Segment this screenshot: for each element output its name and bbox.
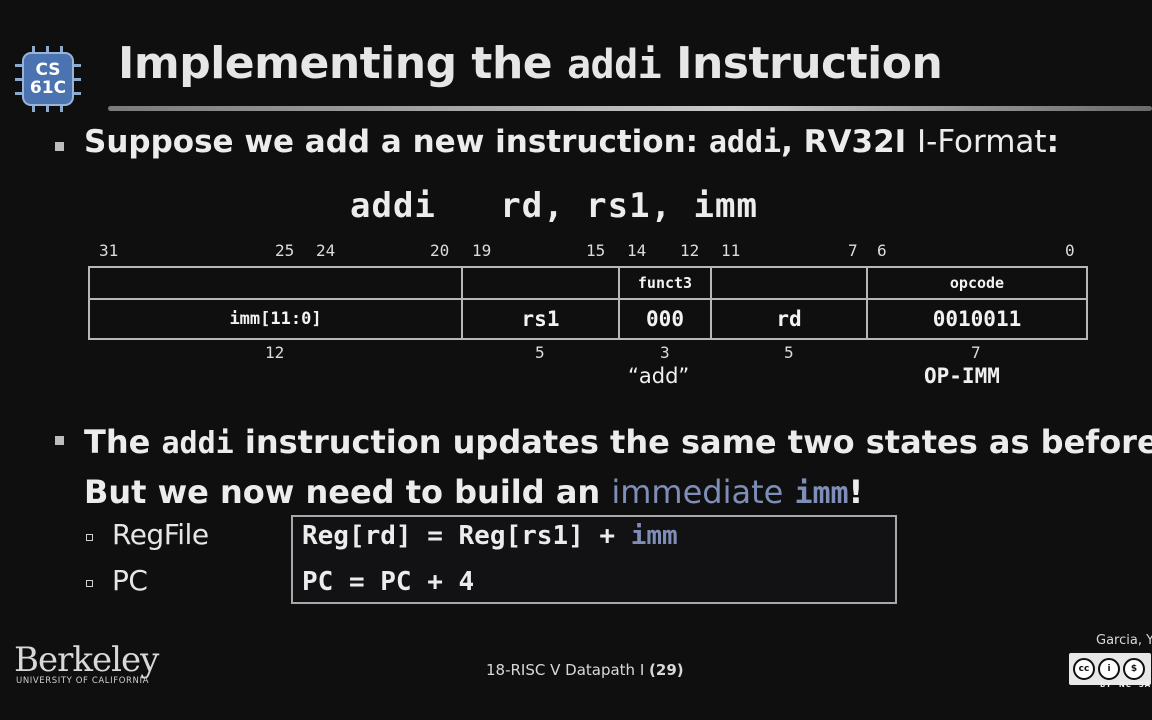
funct3-note: “add” bbox=[628, 364, 690, 388]
bullet-marker bbox=[55, 436, 64, 445]
field-width: 3 bbox=[660, 343, 670, 362]
bullet-1-format: I-Format bbox=[917, 124, 1047, 160]
field-width: 12 bbox=[265, 343, 285, 362]
bullet-1: Suppose we add a new instruction: addi, … bbox=[84, 124, 1059, 160]
bit-number: 6 bbox=[877, 241, 887, 260]
title-prefix: Implementing the bbox=[118, 38, 553, 89]
bit-number: 14 bbox=[627, 241, 647, 260]
bit-number: 0 bbox=[1065, 241, 1075, 260]
berkeley-logo-subtitle: UNIVERSITY OF CALIFORNIA bbox=[16, 676, 150, 686]
i-format-table: funct3 opcode imm[11:0] rs1 000 rd 00100… bbox=[88, 266, 1088, 340]
nc-icon: $ bbox=[1123, 658, 1145, 680]
bit-number: 24 bbox=[316, 241, 336, 260]
bullet-2: The addi instruction updates the same tw… bbox=[84, 418, 1152, 518]
imm-code: imm bbox=[794, 476, 849, 511]
field-width: 5 bbox=[535, 343, 545, 362]
header-cell bbox=[88, 266, 463, 300]
regfile-equation: Reg[rd] = Reg[rs1] + imm bbox=[302, 521, 678, 551]
slide-title: Implementing the addi Instruction bbox=[118, 38, 943, 89]
rd-field: rd bbox=[710, 298, 868, 340]
header-cell bbox=[461, 266, 620, 300]
opcode-header: opcode bbox=[866, 266, 1088, 300]
bit-number: 15 bbox=[586, 241, 606, 260]
pc-equation: PC = PC + 4 bbox=[302, 567, 474, 597]
funct3-field: 000 bbox=[618, 298, 712, 340]
header-cell bbox=[710, 266, 868, 300]
bullet-1-end: : bbox=[1046, 124, 1059, 160]
field-width: 7 bbox=[971, 343, 981, 362]
bit-number: 25 bbox=[275, 241, 295, 260]
berkeley-logo: Berkeley bbox=[14, 640, 159, 680]
funct3-header: funct3 bbox=[618, 266, 712, 300]
regfile-equation-imm: imm bbox=[630, 521, 678, 551]
by-icon: i bbox=[1098, 658, 1120, 680]
logo-text-61c: 61C bbox=[29, 78, 67, 98]
bullet-2-text: instruction updates the same two states … bbox=[233, 423, 1152, 461]
pc-equation-main: PC = PC + 4 bbox=[302, 567, 475, 597]
immediate-word: immediate bbox=[611, 473, 784, 511]
bit-number: 19 bbox=[472, 241, 492, 260]
lecture-title: 18-RISC V Datapath I bbox=[486, 661, 645, 679]
state-label-pc: PC bbox=[112, 564, 148, 597]
title-code: addi bbox=[566, 42, 662, 88]
title-underline bbox=[108, 106, 1152, 111]
instruction-syntax: addi rd, rs1, imm bbox=[350, 186, 758, 226]
bit-number: 11 bbox=[721, 241, 741, 260]
bullet-1-text: Suppose we add a new instruction: bbox=[84, 124, 709, 160]
imm-field: imm[11:0] bbox=[88, 298, 463, 340]
opcode-field: 0010011 bbox=[866, 298, 1088, 340]
cs61c-logo: CS 61C bbox=[10, 42, 86, 116]
bullet-1-mid: , RV32I bbox=[781, 124, 917, 160]
bit-number: 12 bbox=[680, 241, 700, 260]
logo-text-cs: CS bbox=[35, 60, 61, 80]
title-suffix: Instruction bbox=[676, 38, 943, 89]
opcode-note: OP-IMM bbox=[924, 364, 1000, 388]
rs1-field: rs1 bbox=[461, 298, 620, 340]
bullet-2-text: The bbox=[84, 423, 162, 461]
bullet-2-text: But we now need to build an bbox=[84, 473, 612, 511]
author-credit: Garcia, Yo bbox=[1096, 633, 1152, 648]
cc-license-tags: BY NC SA bbox=[1100, 681, 1152, 689]
page-number: (29) bbox=[649, 661, 684, 679]
bullet-2-text: ! bbox=[848, 473, 864, 511]
sub-bullet-marker bbox=[86, 580, 93, 587]
regfile-equation-main: Reg[rd] = Reg[rs1] + bbox=[302, 521, 631, 551]
bullet-1-code: addi bbox=[708, 125, 782, 160]
cc-icon: cc bbox=[1073, 658, 1095, 680]
bit-number: 31 bbox=[99, 241, 119, 260]
slide-footer: 18-RISC V Datapath I (29) bbox=[486, 661, 684, 679]
bullet-2-code: addi bbox=[161, 426, 234, 461]
field-width: 5 bbox=[784, 343, 794, 362]
bullet-marker bbox=[55, 142, 64, 151]
bit-number: 7 bbox=[848, 241, 858, 260]
state-label-regfile: RegFile bbox=[112, 518, 209, 551]
bit-number: 20 bbox=[430, 241, 450, 260]
sub-bullet-marker bbox=[86, 534, 93, 541]
